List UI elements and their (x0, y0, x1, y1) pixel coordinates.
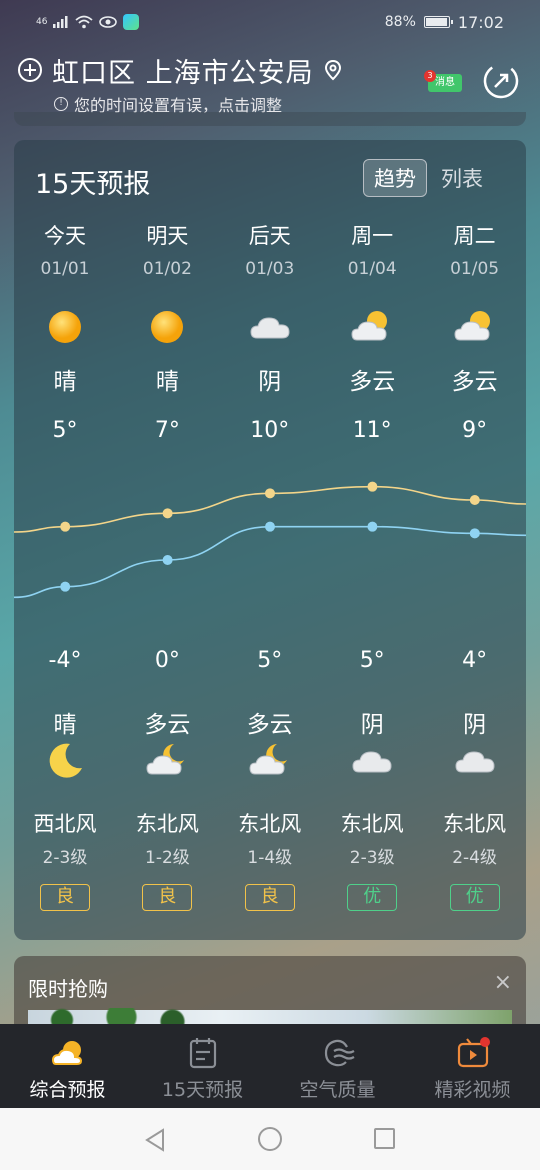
signal-label: 46 (36, 17, 48, 27)
recent-apps-icon[interactable] (374, 1128, 395, 1149)
wind-level: 2-3级 (349, 848, 395, 868)
tab-label: 空气质量 (299, 1079, 376, 1101)
wind-level: 1-2级 (145, 848, 190, 868)
night-weather: 阴 (463, 712, 487, 738)
sun-icon (146, 306, 188, 348)
high-temp: 11° (352, 418, 392, 443)
message-badge: 3 (424, 70, 436, 82)
wind-direction: 东北风 (238, 812, 302, 836)
system-nav-bar (0, 1108, 540, 1170)
forecast-day-column[interactable]: 后天 01/03 阴 10° 5° 多云东北风 1-4级良 (219, 140, 321, 940)
app-notification-icon (123, 14, 140, 30)
previous-card-edge (14, 112, 526, 126)
wind-direction: 东北风 (135, 812, 199, 836)
wind-direction: 东北风 (443, 812, 507, 836)
forecast-day-column[interactable]: 周二 01/05 多云 9° 4° 阴东北风 2-4级优 (424, 140, 526, 940)
wind-level: 2-4级 (452, 848, 497, 868)
air-quality-icon (324, 1039, 355, 1067)
high-temp: 5° (52, 418, 78, 443)
weather-overview-icon (51, 1041, 82, 1065)
cloud-sun-icon (351, 306, 393, 348)
info-icon: ! (54, 97, 68, 111)
eye-icon (99, 16, 118, 28)
forecast-day-column[interactable]: 今天 01/01 晴 5° -4° 晴西北风 2-3级良 (14, 140, 116, 940)
low-temp: 4° (462, 648, 488, 673)
close-icon[interactable]: × (494, 970, 512, 995)
day-label: 周二 (453, 224, 496, 248)
wind-level: 1-4级 (247, 848, 293, 868)
tab-15day[interactable]: 15天预报 (135, 1024, 270, 1108)
night-weather: 多云 (144, 712, 191, 738)
wifi-icon (75, 15, 94, 29)
message-button[interactable]: 消息 3 (424, 70, 462, 96)
date-label: 01/02 (142, 259, 192, 279)
night-weather: 阴 (360, 712, 384, 738)
date-label: 01/01 (40, 259, 90, 279)
cloud-moon-icon (146, 740, 188, 782)
sun-icon (44, 306, 86, 348)
day-weather: 阴 (258, 369, 282, 395)
date-label: 01/05 (450, 259, 500, 279)
high-temp: 7° (154, 418, 180, 443)
wind-direction: 西北风 (33, 812, 97, 836)
low-temp: 5° (359, 648, 385, 673)
day-weather: 晴 (53, 369, 77, 395)
wind-direction: 东北风 (340, 812, 404, 836)
video-icon (457, 1037, 490, 1068)
bottom-tab-bar: 综合预报 15天预报 空气质量 精彩视频 (0, 1024, 540, 1108)
aqi-badge: 良 (40, 884, 90, 911)
aqi-badge: 优 (449, 884, 500, 911)
location-pin-icon (324, 59, 341, 81)
forecast-day-column[interactable]: 周一 01/04 多云 11° 5° 阴东北风 2-3级优 (321, 140, 423, 940)
tab-label: 综合预报 (29, 1079, 106, 1101)
aqi-badge: 良 (244, 884, 295, 911)
night-weather: 多云 (246, 712, 293, 738)
cloud-icon (351, 740, 393, 782)
day-label: 明天 (146, 224, 189, 248)
moon-icon (44, 740, 86, 782)
day-label: 周一 (351, 224, 394, 248)
promo-title: 限时抢购 (28, 977, 108, 1001)
signal-icon (53, 16, 68, 28)
day-weather: 晴 (155, 369, 179, 395)
battery-percent: 88% (384, 14, 416, 30)
forecast-day-column[interactable]: 明天 01/02 晴 7° 0° 多云东北风 1-2级良 (116, 140, 218, 940)
high-temp: 10° (250, 418, 290, 443)
cloud-moon-icon (249, 740, 291, 782)
day-label: 今天 (44, 224, 86, 248)
share-icon[interactable] (482, 62, 520, 100)
battery-icon (423, 16, 453, 28)
cloud-icon (249, 306, 291, 348)
aqi-badge: 优 (347, 884, 398, 911)
low-temp: 5° (257, 648, 283, 673)
cloud-icon (454, 740, 496, 782)
back-icon[interactable] (145, 1128, 165, 1152)
calendar-icon (189, 1038, 216, 1069)
night-weather: 晴 (53, 712, 77, 738)
date-label: 01/04 (347, 259, 397, 279)
tab-label: 精彩视频 (434, 1079, 511, 1101)
location-title[interactable]: 虹口区 上海市公安局 (52, 51, 314, 90)
low-temp: -4° (48, 648, 82, 673)
day-label: 后天 (248, 224, 291, 248)
day-weather: 多云 (349, 369, 396, 395)
date-label: 01/03 (245, 259, 295, 279)
forecast-card: 15天预报 趋势 列表 今天 01/01 晴 5° -4° 晴西北风 2-3级良明天 01/0… (14, 140, 526, 940)
tab-video[interactable]: 精彩视频 (405, 1024, 540, 1108)
wind-level: 2-3级 (42, 848, 88, 868)
high-temp: 9° (462, 418, 488, 443)
status-bar: 46 88% 17:02 (0, 0, 540, 44)
home-icon[interactable] (258, 1127, 282, 1151)
tab-air-quality[interactable]: 空气质量 (270, 1024, 405, 1108)
aqi-badge: 良 (142, 884, 193, 911)
low-temp: 0° (154, 648, 180, 673)
clock: 17:02 (457, 12, 504, 32)
tab-label: 15天预报 (161, 1079, 244, 1101)
day-weather: 多云 (451, 369, 498, 395)
tab-overview[interactable]: 综合预报 (0, 1024, 135, 1108)
cloud-sun-icon (454, 306, 496, 348)
add-city-icon[interactable] (18, 58, 42, 82)
